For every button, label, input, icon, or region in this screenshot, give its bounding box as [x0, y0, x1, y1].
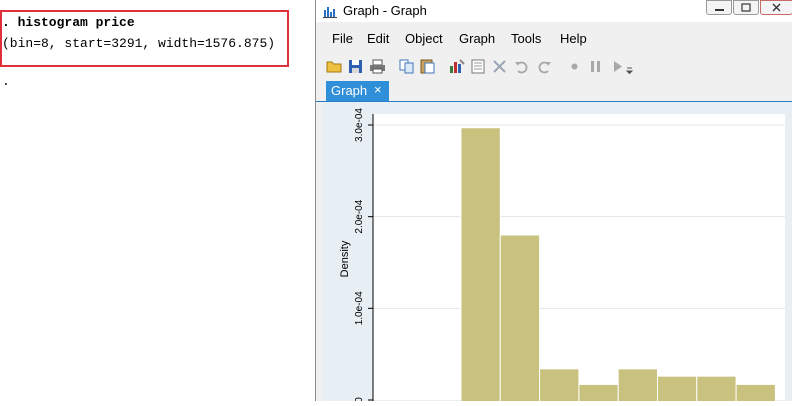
pause-icon[interactable]	[587, 58, 604, 75]
close-icon	[772, 3, 781, 12]
tab-strip: Graph ×	[316, 80, 792, 102]
copy-icon[interactable]	[398, 58, 415, 75]
command-output: (bin=8, start=3291, width=1576.875)	[2, 36, 276, 51]
y-tick-label: 2.0e-04	[354, 199, 365, 233]
window-title: Graph - Graph	[343, 3, 427, 18]
command-line: . histogram price	[2, 15, 135, 30]
save-icon[interactable]	[347, 58, 364, 75]
title-bar[interactable]: Graph - Graph	[316, 0, 792, 22]
maximize-icon	[741, 3, 751, 12]
tab-graph-label: Graph	[331, 83, 368, 98]
y-axis-label: Density	[339, 240, 351, 277]
histogram-bar	[460, 127, 501, 406]
close-button[interactable]	[760, 0, 792, 15]
undo-icon[interactable]	[513, 58, 530, 75]
maximize-button[interactable]	[733, 0, 759, 15]
open-icon[interactable]	[326, 58, 343, 75]
histogram-bar	[539, 368, 580, 406]
y-tick-label: 0	[354, 397, 365, 401]
histogram-bar	[696, 375, 737, 406]
results-pane: . histogram price (bin=8, start=3291, wi…	[0, 0, 315, 401]
histogram-bar	[578, 383, 619, 406]
record-icon[interactable]	[566, 58, 583, 75]
plot-background	[373, 114, 785, 400]
tab-close-icon[interactable]: ×	[374, 82, 382, 97]
menu-bar: File Edit Object Graph Tools Help	[316, 28, 792, 50]
stata-graph-app-icon	[323, 7, 337, 18]
play-icon[interactable]	[609, 58, 626, 75]
toolbar	[316, 54, 792, 80]
graph-window: Graph - Graph File Edit Object Graph Too…	[315, 0, 792, 406]
redo-icon[interactable]	[536, 58, 553, 75]
menu-tools[interactable]: Tools	[511, 31, 541, 46]
minimize-button[interactable]	[706, 0, 732, 15]
menu-file[interactable]: File	[332, 31, 353, 46]
histogram-bar	[499, 234, 541, 406]
menu-help[interactable]: Help	[560, 31, 587, 46]
histogram-chart: 0 1.0e-04 2.0e-04 3.0e-04 Density	[339, 108, 785, 406]
paste-icon[interactable]	[419, 58, 436, 75]
menu-graph[interactable]: Graph	[459, 31, 495, 46]
command-prompt: .	[2, 74, 10, 89]
minimize-icon	[715, 9, 724, 11]
histogram-bar	[617, 368, 659, 406]
hide-icon[interactable]	[491, 58, 508, 75]
graph-editor-icon[interactable]	[448, 58, 465, 75]
y-tick-label: 1.0e-04	[354, 291, 365, 325]
print-icon[interactable]	[369, 58, 386, 75]
menu-edit[interactable]: Edit	[367, 31, 389, 46]
histogram-bar	[735, 383, 776, 406]
dropdown-icon[interactable]	[625, 58, 634, 75]
menu-object[interactable]: Object	[405, 31, 443, 46]
histogram-bar	[657, 375, 698, 406]
y-tick-label: 3.0e-04	[354, 108, 365, 142]
data-editor-icon[interactable]	[470, 58, 487, 75]
tab-graph[interactable]: Graph ×	[326, 81, 389, 101]
plot-area: 0 1.0e-04 2.0e-04 3.0e-04 Density	[323, 102, 792, 406]
